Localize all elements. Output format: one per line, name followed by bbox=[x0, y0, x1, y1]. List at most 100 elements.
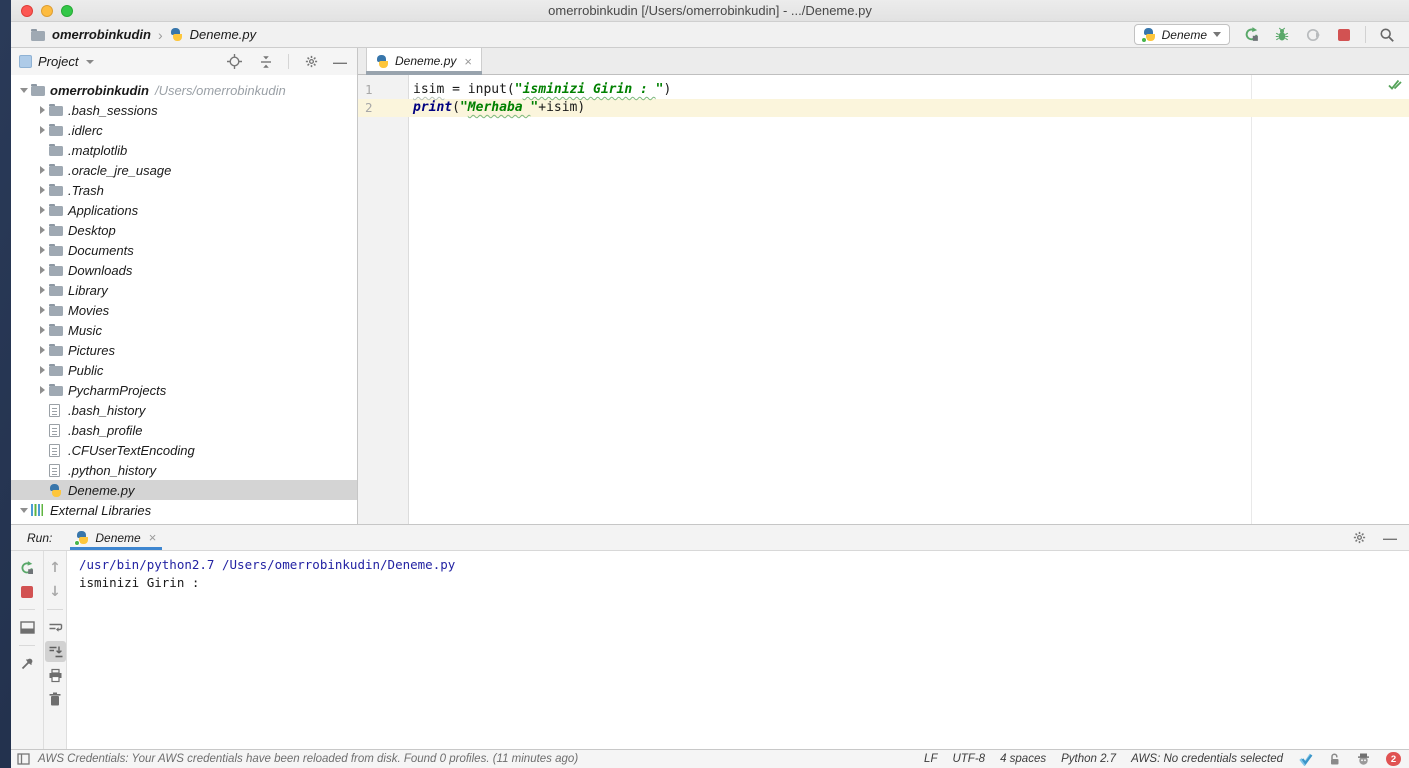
breadcrumb-file[interactable]: Deneme.py bbox=[190, 27, 256, 42]
restore-layout-button[interactable] bbox=[17, 617, 38, 638]
minimize-window-button[interactable] bbox=[41, 5, 53, 17]
print-button[interactable] bbox=[45, 665, 66, 686]
tree-expand-arrow[interactable] bbox=[35, 326, 49, 334]
stop-button[interactable] bbox=[17, 581, 38, 602]
tree-row[interactable]: Downloads bbox=[11, 260, 357, 280]
run-with-coverage-button[interactable] bbox=[1303, 25, 1323, 45]
search-everywhere-button[interactable] bbox=[1377, 25, 1397, 45]
debug-button[interactable] bbox=[1272, 25, 1292, 45]
status-item[interactable]: AWS: No credentials selected bbox=[1131, 753, 1283, 765]
tree-expand-arrow[interactable] bbox=[17, 88, 31, 93]
tree-expand-arrow[interactable] bbox=[35, 266, 49, 274]
tree-row[interactable]: .bash_sessions bbox=[11, 100, 357, 120]
tree-row[interactable]: .python_history bbox=[11, 460, 357, 480]
tree-item-label: .matplotlib bbox=[68, 142, 128, 158]
tree-row[interactable]: .CFUserTextEncoding bbox=[11, 440, 357, 460]
tree-expand-arrow[interactable] bbox=[35, 286, 49, 294]
scroll-to-end-button[interactable] bbox=[44, 641, 66, 662]
tree-row[interactable]: External Libraries bbox=[11, 500, 357, 520]
tree-row[interactable]: Applications bbox=[11, 200, 357, 220]
rerun-button[interactable] bbox=[1241, 25, 1261, 45]
locate-icon bbox=[226, 54, 242, 69]
item-type-icon bbox=[49, 483, 62, 497]
inspections-ok-icon[interactable] bbox=[1387, 78, 1402, 92]
code-token-keyword: print bbox=[413, 100, 453, 115]
collapse-all-button[interactable] bbox=[256, 52, 276, 72]
tree-row[interactable]: omerrobinkudin /Users/omerrobinkudin bbox=[11, 80, 357, 100]
project-settings-button[interactable] bbox=[301, 52, 321, 72]
tree-row[interactable]: Deneme.py bbox=[11, 480, 357, 500]
tree-expand-arrow[interactable] bbox=[35, 226, 49, 234]
search-icon bbox=[1380, 27, 1394, 42]
zoom-window-button[interactable] bbox=[61, 5, 73, 17]
chevron-down-icon[interactable] bbox=[86, 59, 95, 64]
tree-expand-arrow[interactable] bbox=[17, 508, 31, 513]
tree-row[interactable]: Movies bbox=[11, 300, 357, 320]
write-access-widget[interactable] bbox=[1328, 752, 1341, 766]
tree-row[interactable]: Pictures bbox=[11, 340, 357, 360]
close-tab-icon[interactable]: × bbox=[464, 54, 472, 69]
run-console-output[interactable]: /usr/bin/python2.7 /Users/omerrobinkudin… bbox=[67, 551, 1409, 749]
close-tab-icon[interactable]: × bbox=[149, 530, 157, 545]
tree-row[interactable]: .Trash bbox=[11, 180, 357, 200]
run-tab-deneme[interactable]: Deneme × bbox=[70, 525, 163, 550]
up-stack-trace-button[interactable]: ↑ bbox=[45, 557, 66, 578]
running-indicator-dot bbox=[74, 540, 81, 546]
tree-expand-arrow[interactable] bbox=[35, 386, 49, 394]
stop-button[interactable] bbox=[1334, 25, 1354, 45]
notifications-badge[interactable]: 2 bbox=[1386, 752, 1401, 766]
status-message[interactable]: AWS Credentials: Your AWS credentials ha… bbox=[38, 753, 578, 765]
hide-panel-button[interactable]: — bbox=[333, 55, 347, 69]
tree-row[interactable]: Public bbox=[11, 360, 357, 380]
tree-row[interactable]: Desktop bbox=[11, 220, 357, 240]
run-panel-settings-button[interactable] bbox=[1349, 528, 1369, 548]
toggle-toolwindows-button[interactable] bbox=[17, 753, 30, 765]
pin-tab-button[interactable] bbox=[17, 653, 38, 674]
status-item[interactable]: UTF-8 bbox=[952, 753, 985, 765]
code-line-active[interactable]: 2 print("Merhaba "+isim) bbox=[358, 99, 1409, 117]
hide-panel-button[interactable]: — bbox=[1383, 531, 1397, 545]
locate-file-button[interactable] bbox=[224, 52, 244, 72]
code-editor[interactable]: 1 isim = input("isminizi Girin : ") 2 pr… bbox=[358, 75, 1409, 524]
close-window-button[interactable] bbox=[21, 5, 33, 17]
tree-row[interactable]: PycharmProjects bbox=[11, 380, 357, 400]
down-stack-trace-button[interactable]: ↓ bbox=[45, 581, 66, 602]
code-line[interactable]: 1 isim = input("isminizi Girin : ") bbox=[358, 81, 1409, 99]
status-item[interactable]: LF bbox=[924, 753, 937, 765]
tree-row[interactable]: .bash_profile bbox=[11, 420, 357, 440]
tree-expand-arrow[interactable] bbox=[35, 126, 49, 134]
project-panel-title[interactable]: Project bbox=[38, 54, 78, 69]
tree-row[interactable]: .matplotlib bbox=[11, 140, 357, 160]
item-type-icon bbox=[49, 264, 63, 276]
tree-row[interactable]: Documents bbox=[11, 240, 357, 260]
editor-tab-deneme[interactable]: Deneme.py × bbox=[366, 48, 482, 75]
run-configuration-select[interactable]: Deneme bbox=[1133, 24, 1230, 45]
project-tree: omerrobinkudin /Users/omerrobinkudin .ba… bbox=[11, 75, 357, 524]
tree-row[interactable]: .bash_history bbox=[11, 400, 357, 420]
tree-expand-arrow[interactable] bbox=[35, 366, 49, 374]
clear-console-button[interactable] bbox=[45, 689, 66, 710]
code-token: isminizi Girin : bbox=[522, 82, 656, 97]
breadcrumb-project[interactable]: omerrobinkudin bbox=[52, 27, 151, 42]
tree-item-label: Movies bbox=[68, 302, 110, 318]
tree-expand-arrow[interactable] bbox=[35, 306, 49, 314]
status-item[interactable]: Python 2.7 bbox=[1061, 753, 1116, 765]
tree-row[interactable]: Music bbox=[11, 320, 357, 340]
rerun-button[interactable] bbox=[17, 557, 38, 578]
tree-expand-arrow[interactable] bbox=[35, 106, 49, 114]
tree-row[interactable]: .idlerc bbox=[11, 120, 357, 140]
item-type-icon bbox=[49, 324, 63, 336]
highlighting-level-widget[interactable] bbox=[1356, 752, 1371, 766]
status-item[interactable]: 4 spaces bbox=[1000, 753, 1046, 765]
tree-expand-arrow[interactable] bbox=[35, 186, 49, 194]
tree-expand-arrow[interactable] bbox=[35, 166, 49, 174]
inspections-widget[interactable] bbox=[1298, 753, 1313, 766]
title-bar[interactable]: omerrobinkudin [/Users/omerrobinkudin] -… bbox=[11, 0, 1409, 22]
tree-expand-arrow[interactable] bbox=[35, 246, 49, 254]
tree-row[interactable]: .oracle_jre_usage bbox=[11, 160, 357, 180]
tree-row[interactable]: Library bbox=[11, 280, 357, 300]
soft-wrap-button[interactable] bbox=[45, 617, 66, 638]
code-text: isim = input("isminizi Girin : ") bbox=[409, 81, 671, 99]
tree-expand-arrow[interactable] bbox=[35, 346, 49, 354]
tree-expand-arrow[interactable] bbox=[35, 206, 49, 214]
